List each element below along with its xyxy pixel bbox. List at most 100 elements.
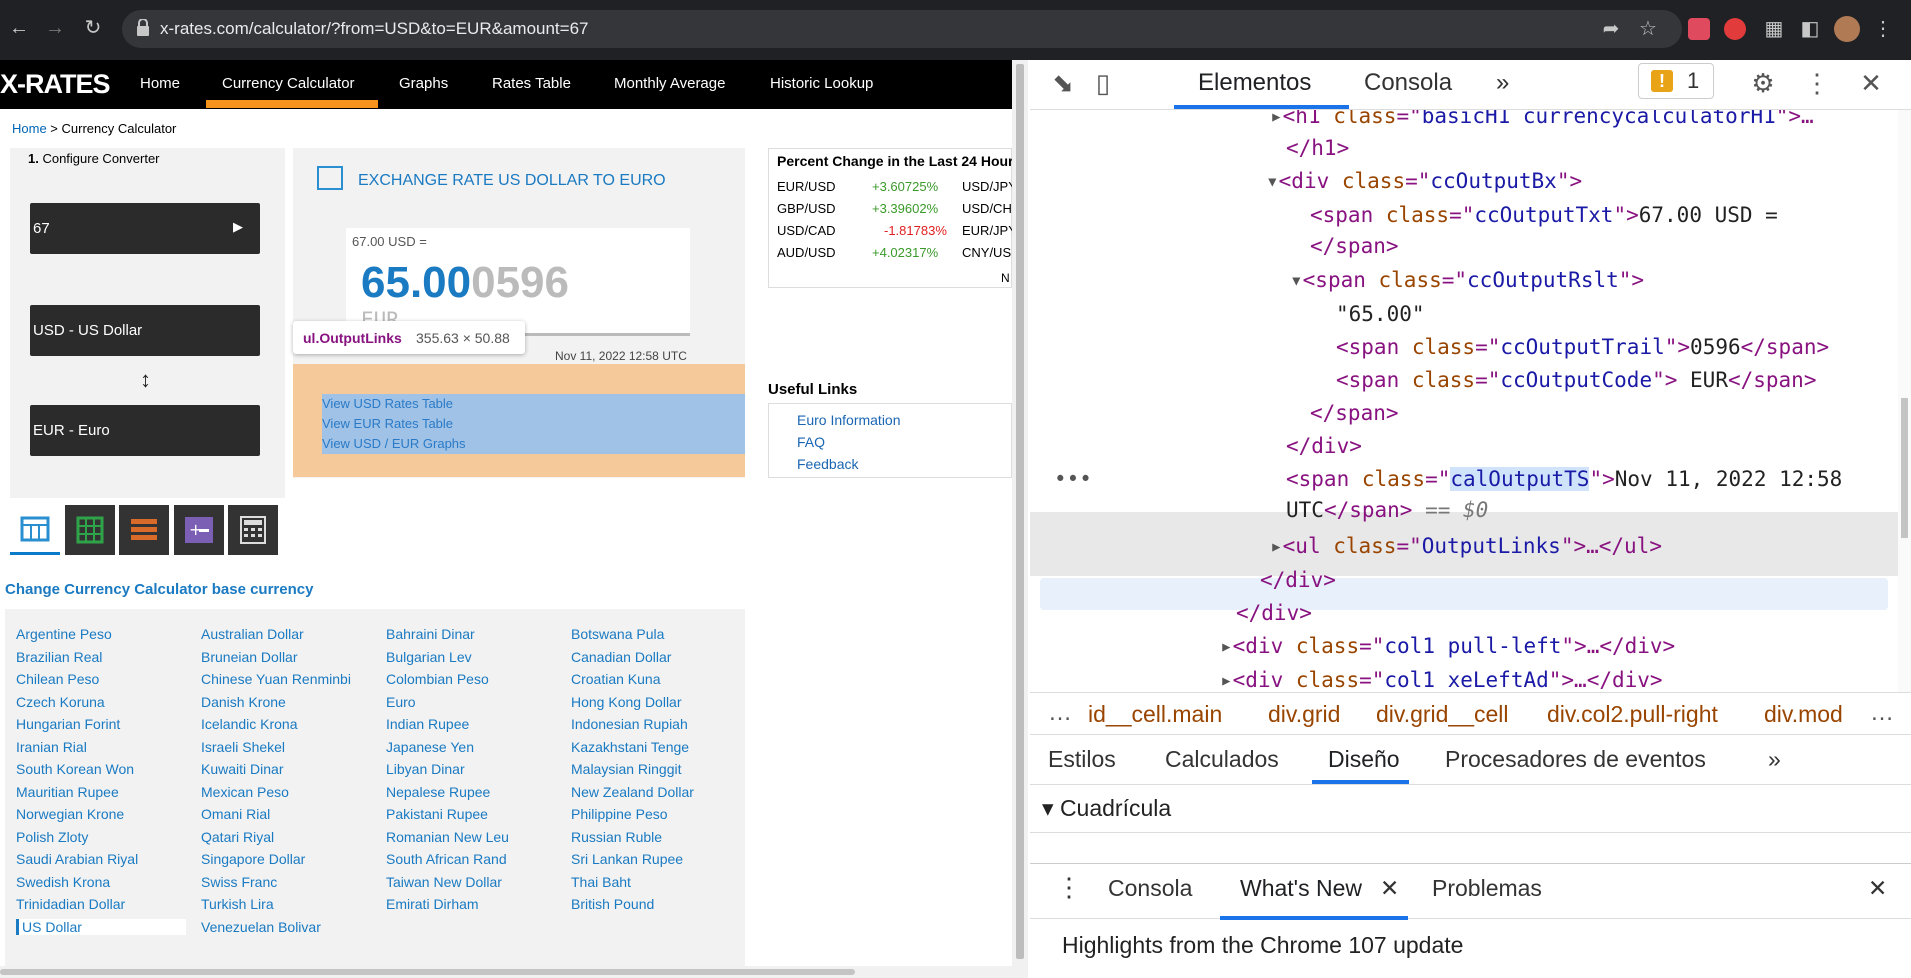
close-whats-new-icon[interactable]: ✕ xyxy=(1380,875,1399,902)
dom-line[interactable]: ▸<div class="col1 pull-left">…</div> xyxy=(1220,634,1675,658)
currency-link[interactable]: Israeli Shekel xyxy=(201,739,285,755)
currency-link[interactable]: Philippine Peso xyxy=(571,806,668,822)
dom-line-selected[interactable]: <span class="calOutputTS">Nov 11, 2022 1… xyxy=(1286,467,1842,491)
currency-link[interactable]: Argentine Peso xyxy=(16,626,112,642)
faq-link[interactable]: FAQ xyxy=(797,434,825,450)
dom-line[interactable]: <span class="ccOutputTrail">0596</span> xyxy=(1336,335,1829,359)
currency-link[interactable]: Indonesian Rupiah xyxy=(571,716,688,732)
currency-link[interactable]: Indian Rupee xyxy=(386,716,469,732)
nav-historic-lookup[interactable]: Historic Lookup xyxy=(770,75,873,92)
node-actions-ellipsis-icon[interactable]: ••• xyxy=(1054,467,1092,491)
dom-line[interactable]: ▸<h1 class="basicH1 currencycalculatorH1… xyxy=(1270,110,1814,128)
currency-link[interactable]: Mauritian Rupee xyxy=(16,784,119,800)
currency-link[interactable]: Brazilian Real xyxy=(16,649,102,665)
browser-menu-icon[interactable]: ⋮ xyxy=(1870,16,1896,42)
dom-line[interactable]: ▾<div class="ccOutputBx"> xyxy=(1266,169,1582,193)
currency-link[interactable]: Bulgarian Lev xyxy=(386,649,472,665)
currency-link[interactable]: Taiwan New Dollar xyxy=(386,874,502,890)
currency-link[interactable]: Saudi Arabian Riyal xyxy=(16,851,138,867)
from-currency-select[interactable]: USD - US Dollar xyxy=(30,305,260,356)
currency-link[interactable]: Swedish Krona xyxy=(16,874,110,890)
site-logo[interactable]: X-RATES xyxy=(0,69,111,100)
swap-currencies-icon[interactable]: ↕ xyxy=(140,367,151,393)
dom-line[interactable]: <span class="ccOutputCode"> EUR</span> xyxy=(1336,368,1816,392)
currency-link[interactable]: Euro xyxy=(386,694,416,710)
currency-link[interactable]: South Korean Won xyxy=(16,761,134,777)
currency-link[interactable]: US Dollar xyxy=(16,918,186,935)
currency-link[interactable]: Kuwaiti Dinar xyxy=(201,761,283,777)
dom-breadcrumb-item[interactable]: div.grid xyxy=(1268,701,1340,728)
bookmark-star-icon[interactable]: ☆ xyxy=(1635,16,1661,42)
more-button[interactable]: N xyxy=(1001,271,1010,285)
to-currency-select[interactable]: EUR - Euro xyxy=(30,405,260,456)
pocket-extension-icon[interactable] xyxy=(1688,18,1710,40)
side-panel-icon[interactable]: ◧ xyxy=(1797,16,1823,42)
close-drawer-icon[interactable]: ✕ xyxy=(1868,875,1887,902)
issues-badge[interactable]: ! 1 xyxy=(1638,63,1714,99)
dom-line[interactable]: ▸<div class="col1 xeLeftAd">…</div> xyxy=(1220,668,1663,692)
forward-icon[interactable]: → xyxy=(42,15,68,41)
breadcrumb-overflow-right-icon[interactable]: … xyxy=(1870,699,1894,727)
tab-calculator[interactable] xyxy=(10,505,60,555)
grid-section-header[interactable]: ▾ Cuadrícula xyxy=(1030,785,1911,833)
currency-link[interactable]: Danish Krone xyxy=(201,694,286,710)
view-usd-rates-link[interactable]: View USD Rates Table xyxy=(322,396,453,411)
tab-consola[interactable]: Consola xyxy=(1364,69,1452,97)
breadcrumb-overflow-left-icon[interactable]: … xyxy=(1048,699,1072,727)
currency-link[interactable]: Thai Baht xyxy=(571,874,631,890)
currency-link[interactable]: Turkish Lira xyxy=(201,896,274,912)
currency-link[interactable]: Sri Lankan Rupee xyxy=(571,851,683,867)
currency-link[interactable]: New Zealand Dollar xyxy=(571,784,694,800)
currency-link[interactable]: Libyan Dinar xyxy=(386,761,465,777)
currency-link[interactable]: Chinese Yuan Renminbi xyxy=(201,671,351,687)
currency-link[interactable]: Bahraini Dinar xyxy=(386,626,475,642)
more-tabs-icon[interactable]: » xyxy=(1496,69,1509,97)
tab-diseno[interactable]: Diseño xyxy=(1328,746,1400,773)
currency-link[interactable]: Pakistani Rupee xyxy=(386,806,488,822)
dom-line[interactable]: <span class="ccOutputTxt">67.00 USD = xyxy=(1310,203,1778,227)
currency-link[interactable]: Chilean Peso xyxy=(16,671,99,687)
currency-link[interactable]: Nepalese Rupee xyxy=(386,784,490,800)
nav-monthly-average[interactable]: Monthly Average xyxy=(614,75,725,92)
currency-link[interactable]: Swiss Franc xyxy=(201,874,277,890)
currency-link[interactable]: Kazakhstani Tenge xyxy=(571,739,689,755)
site-horizontal-scrollbar[interactable] xyxy=(0,966,1012,978)
dom-breadcrumb-item[interactable]: div.col2.pull-right xyxy=(1547,701,1718,728)
reload-icon[interactable]: ↻ xyxy=(80,15,106,41)
currency-link[interactable]: Mexican Peso xyxy=(201,784,289,800)
currency-link[interactable]: Qatari Riyal xyxy=(201,829,274,845)
devtools-menu-icon[interactable]: ⋮ xyxy=(1802,68,1832,98)
drawer-menu-icon[interactable]: ⋮ xyxy=(1056,872,1082,903)
currency-link[interactable]: Hong Kong Dollar xyxy=(571,694,682,710)
dom-line[interactable]: </span> xyxy=(1310,401,1399,425)
nav-graphs[interactable]: Graphs xyxy=(399,75,448,92)
dom-tree-scrollbar[interactable] xyxy=(1898,110,1911,692)
tab-elementos[interactable]: Elementos xyxy=(1198,69,1311,97)
feedback-link[interactable]: Feedback xyxy=(797,456,858,472)
currency-link[interactable]: Malaysian Ringgit xyxy=(571,761,682,777)
share-icon[interactable]: ➦ xyxy=(1598,16,1624,42)
view-usd-eur-graphs-link[interactable]: View USD / EUR Graphs xyxy=(322,436,466,451)
currency-link[interactable]: Hungarian Forint xyxy=(16,716,120,732)
currency-link[interactable]: South African Rand xyxy=(386,851,507,867)
settings-gear-icon[interactable]: ⚙ xyxy=(1748,68,1778,98)
dom-line-hovered[interactable]: ▸<ul class="OutputLinks">…</ul> xyxy=(1270,534,1662,558)
adblock-extension-icon[interactable] xyxy=(1724,18,1746,40)
currency-link[interactable]: Iranian Rial xyxy=(16,739,87,755)
currency-link[interactable]: Botswana Pula xyxy=(571,626,664,642)
dom-line[interactable]: </div> xyxy=(1286,434,1362,458)
view-eur-rates-link[interactable]: View EUR Rates Table xyxy=(322,416,453,431)
tab-procesadores-de-eventos[interactable]: Procesadores de eventos xyxy=(1445,746,1706,773)
tab-plus-minus[interactable]: + xyxy=(174,505,224,555)
dom-breadcrumb-item[interactable]: div.grid__cell xyxy=(1376,701,1509,728)
currency-link[interactable]: Czech Koruna xyxy=(16,694,105,710)
tab-keypad[interactable] xyxy=(228,505,278,555)
drawer-tab-consola[interactable]: Consola xyxy=(1108,875,1192,902)
euro-information-link[interactable]: Euro Information xyxy=(797,412,901,428)
device-toolbar-icon[interactable]: ▯ xyxy=(1088,68,1118,98)
dom-line[interactable]: </div> xyxy=(1236,601,1312,625)
dom-line[interactable]: </h1> xyxy=(1286,136,1349,160)
currency-link[interactable]: Japanese Yen xyxy=(386,739,474,755)
tab-rates-table[interactable] xyxy=(65,505,115,555)
currency-link[interactable]: Norwegian Krone xyxy=(16,806,124,822)
